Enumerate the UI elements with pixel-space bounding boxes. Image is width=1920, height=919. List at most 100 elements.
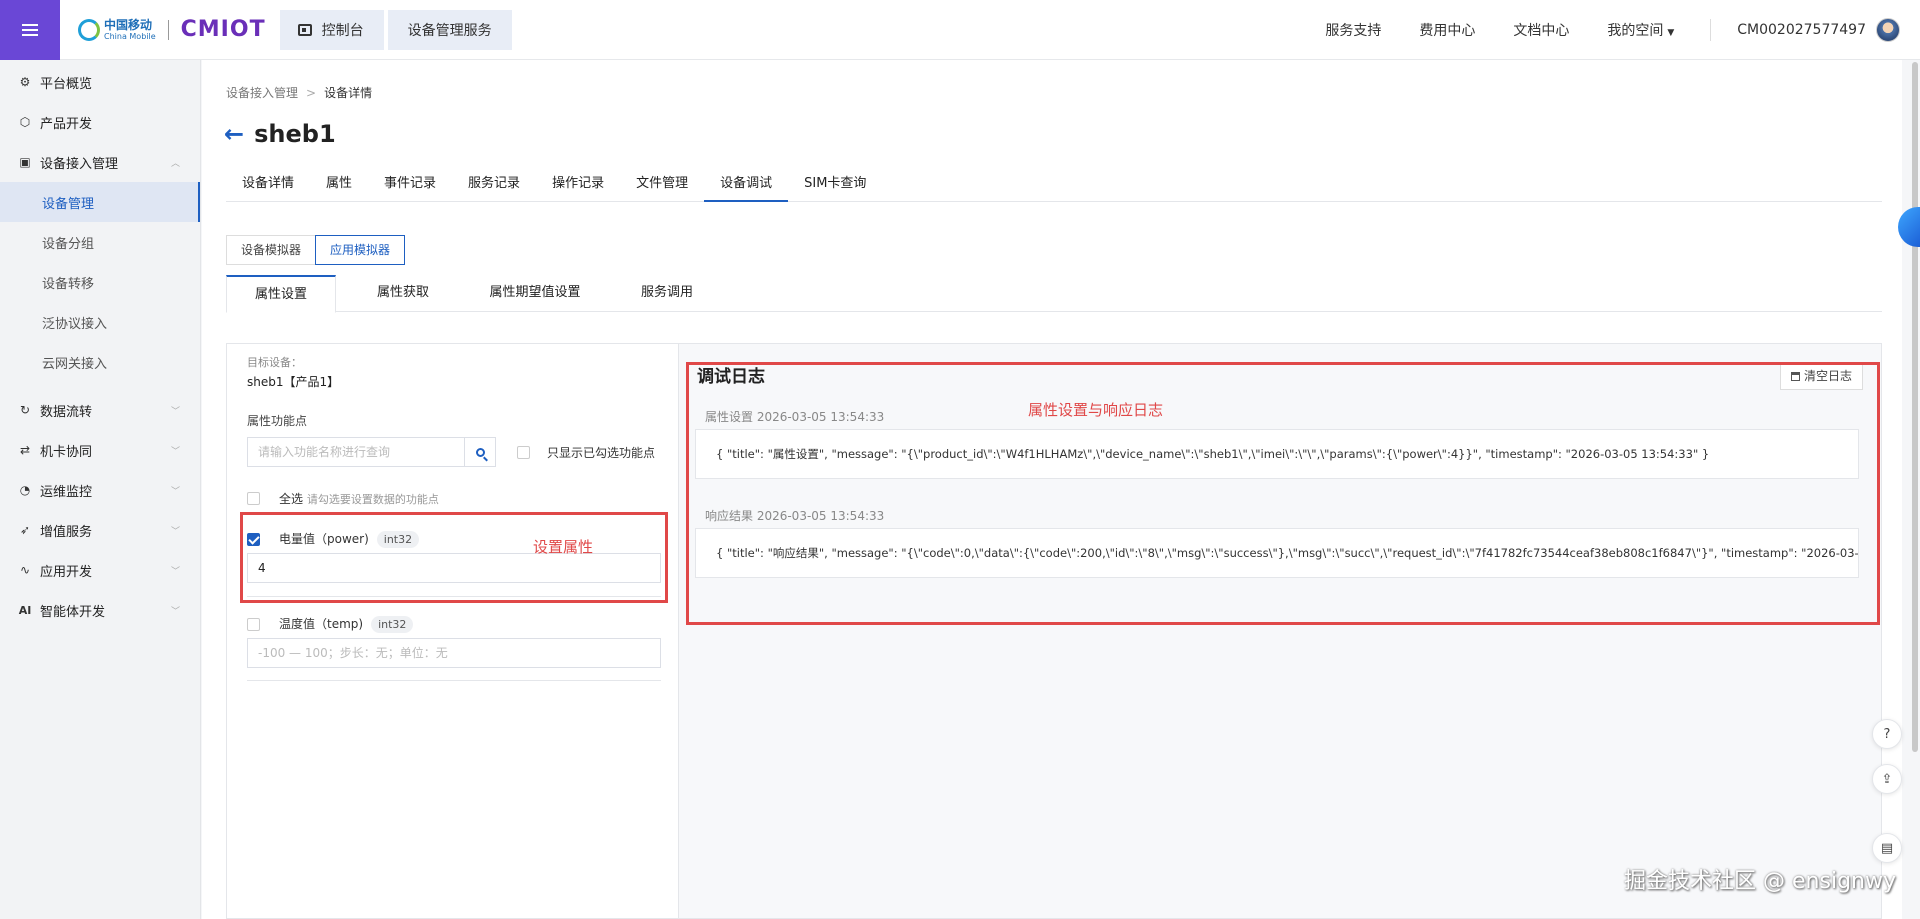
cmiot-logo: CMIOT [180, 17, 266, 42]
select-all-checkbox[interactable] [247, 492, 260, 505]
top-right-nav: 服务支持 费用中心 文档中心 我的空间 ▼ CM002027577497 [1287, 0, 1920, 60]
search-button[interactable] [464, 437, 496, 467]
simulator-switch: 设备模拟器 应用模拟器 [226, 235, 406, 265]
console-tab[interactable]: 控制台 [279, 9, 384, 50]
breadcrumb: 设备接入管理 > 设备详情 [226, 84, 372, 101]
property-set-panel: 目标设备： sheb1【产品1】 属性功能点 请输入功能名称进行查询 只显示已勾… [226, 343, 678, 919]
sidebar-item-label: 增值服务 [40, 524, 93, 540]
divider [247, 680, 661, 681]
only-checked-label: 只显示已勾选功能点 [547, 446, 656, 460]
subtab-property-set[interactable]: 属性设置 [226, 275, 336, 313]
overview-icon: ⚙ [19, 75, 31, 89]
avatar[interactable] [1876, 17, 1900, 42]
billing-link[interactable]: 费用中心 [1419, 20, 1475, 40]
subtab-property-get[interactable]: 属性获取 [348, 275, 458, 312]
brand-en: China Mobile [104, 31, 156, 41]
func-search-input[interactable]: 请输入功能名称进行查询 [247, 437, 465, 467]
docs-link[interactable]: 文档中心 [1513, 20, 1569, 40]
chevron-down-icon: ﹀ [170, 446, 180, 457]
device-simulator-button[interactable]: 设备模拟器 [226, 235, 317, 265]
sidebar-item-label: 机卡协同 [40, 444, 93, 460]
search-icon [475, 447, 485, 457]
sidebar-item-device-access[interactable]: ▣ 设备接入管理 ︿ [0, 142, 200, 182]
my-space-label: 我的空间 [1607, 22, 1664, 39]
sidebar-sub-cloud-gateway[interactable]: 云网关接入 [0, 342, 200, 382]
device-icon: ▣ [19, 155, 31, 169]
support-link[interactable]: 服务支持 [1325, 20, 1381, 40]
temp-checkbox[interactable] [247, 618, 260, 631]
sidebar-item-value-added[interactable]: ➶ 增值服务 ﹀ [0, 510, 200, 550]
caret-down-icon: ▼ [1667, 27, 1675, 38]
type-badge: int32 [371, 616, 414, 633]
breadcrumb-current: 设备详情 [324, 86, 373, 100]
ai-icon: AI [18, 603, 32, 617]
sidebar-item-ai-agent[interactable]: AI 智能体开发 ﹀ [0, 590, 200, 630]
app-simulator-button[interactable]: 应用模拟器 [315, 235, 406, 265]
tab-sim-query[interactable]: SIM卡查询 [788, 170, 882, 202]
tab-operation-records[interactable]: 操作记录 [536, 170, 620, 202]
subtab-service-call[interactable]: 服务调用 [612, 275, 722, 312]
upload-icon[interactable]: ⇪ [1872, 764, 1902, 794]
main-content: 设备接入管理 > 设备详情 ← sheb1 设备详情 属性 事件记录 服务记录 操作… [202, 60, 1902, 919]
top-bar: 中国移动 China Mobile CMIOT 控制台 设备管理服务 服务支持 … [0, 0, 1920, 60]
sidebar-item-card-sync[interactable]: ⇄ 机卡协同 ﹀ [0, 430, 200, 470]
help-icon[interactable]: ? [1872, 719, 1902, 749]
sidebar-sub-device-manage[interactable]: 设备管理 [0, 182, 200, 222]
back-arrow-icon[interactable]: ← [224, 120, 244, 148]
temp-property-row: 温度值（temp) int32 [279, 615, 414, 633]
brand-logo[interactable]: 中国移动 China Mobile CMIOT [78, 0, 266, 60]
user-id[interactable]: CM002027577497 [1737, 22, 1866, 38]
chevron-up-icon: ︿ [170, 158, 180, 169]
link-icon: ⇄ [19, 443, 31, 457]
device-service-tab[interactable]: 设备管理服务 [387, 9, 512, 50]
target-device-value: sheb1【产品1】 [247, 375, 340, 389]
my-space-dropdown[interactable]: 我的空间 ▼ [1607, 20, 1674, 40]
console-label: 控制台 [321, 22, 364, 39]
hamburger-menu-icon[interactable] [0, 0, 60, 60]
sidebar-item-label: 平台概览 [40, 76, 93, 92]
subtab-desired-set[interactable]: 属性期望值设置 [470, 275, 600, 312]
breadcrumb-separator: > [306, 86, 317, 100]
temp-property-name: 温度值（temp) [279, 617, 364, 631]
sidebar-item-app-dev[interactable]: ∿ 应用开发 ﹀ [0, 550, 200, 590]
sidebar-item-ops-monitor[interactable]: ◔ 运维监控 ﹀ [0, 470, 200, 510]
app-icon: ∿ [19, 563, 31, 577]
simulator-subtabs: 属性设置 属性获取 属性期望值设置 服务调用 [226, 275, 1882, 313]
feedback-icon[interactable]: ▤ [1872, 833, 1902, 863]
chevron-down-icon: ﹀ [170, 566, 180, 577]
sidebar-item-label: 产品开发 [40, 116, 93, 132]
page-scrollbar[interactable] [1912, 62, 1918, 752]
sidebar-sub-device-transfer[interactable]: 设备转移 [0, 262, 200, 302]
brand-divider [167, 19, 169, 40]
device-service-label: 设备管理服务 [407, 22, 492, 39]
tab-device-debug[interactable]: 设备调试 [704, 170, 789, 202]
top-breadcrumb: 控制台 设备管理服务 [279, 9, 512, 50]
monitor-icon: ◔ [19, 483, 31, 497]
title-row: ← sheb1 [224, 120, 336, 148]
china-mobile-swirl-icon [78, 18, 100, 41]
select-all-label: 全选 [279, 492, 304, 506]
sidebar-item-data-flow[interactable]: ↻ 数据流转 ﹀ [0, 390, 200, 430]
china-mobile-logo: 中国移动 China Mobile [78, 17, 156, 41]
tab-events[interactable]: 事件记录 [368, 170, 452, 202]
tab-properties[interactable]: 属性 [310, 170, 368, 202]
chevron-down-icon: ﹀ [170, 406, 180, 417]
breadcrumb-parent[interactable]: 设备接入管理 [226, 86, 298, 100]
chevron-down-icon: ﹀ [170, 606, 180, 617]
sidebar-item-label: 设备接入管理 [40, 156, 119, 172]
tab-device-detail[interactable]: 设备详情 [226, 170, 310, 202]
tab-service-records[interactable]: 服务记录 [452, 170, 536, 202]
console-icon [297, 23, 312, 36]
sidebar-sub-generic-protocol[interactable]: 泛协议接入 [0, 302, 200, 342]
only-checked-checkbox[interactable] [517, 446, 530, 459]
annotation-box-set-property [240, 512, 668, 603]
tab-file-manage[interactable]: 文件管理 [620, 170, 704, 202]
sidebar-sub-device-group[interactable]: 设备分组 [0, 222, 200, 262]
brand-cn: 中国移动 [104, 17, 153, 32]
annotation-box-log [686, 362, 1880, 625]
sidebar-item-product[interactable]: ⬡ 产品开发 [0, 102, 200, 142]
sidebar-item-overview[interactable]: ⚙ 平台概览 [0, 62, 200, 102]
flow-icon: ↻ [19, 403, 31, 417]
temp-value-input[interactable]: -100 — 100；步长：无；单位：无 [247, 638, 661, 668]
page-title: sheb1 [254, 120, 336, 148]
